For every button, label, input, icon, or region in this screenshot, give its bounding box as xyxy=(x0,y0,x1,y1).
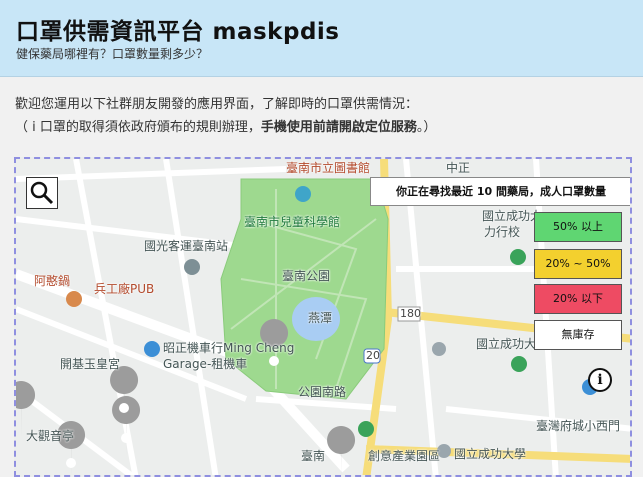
map-label-ncku-mid: 國立成功大 xyxy=(476,337,537,351)
app-header: 口罩供需資訊平台 maskpdis 健保藥局哪裡有？口罩數量剩多少？ xyxy=(0,0,643,77)
map-label-taiwan-house: 臺灣府城小西門 xyxy=(536,419,621,433)
map-label-kuokuang: 國光客運臺南站 xyxy=(144,239,229,253)
legend-no-stock[interactable]: 無庫存 xyxy=(534,320,622,350)
intro-line-2: （ i 口罩的取得須依政府頒布的規則辦理，手機使用前請開啟定位服務。） xyxy=(15,120,437,135)
intro-line-1: 歡迎您運用以下社群朋友開發的應用界面，了解即時的口罩供需情況： xyxy=(15,97,419,112)
map-label-park-south: 公園南路 xyxy=(298,385,347,399)
map-label-guandi: 開基玉皇宮 xyxy=(60,357,121,371)
map-label-park: 臺南公園 xyxy=(282,269,331,283)
map-label-ncku-top: 國立成功大 xyxy=(482,209,543,223)
page-title: 口罩供需資訊平台 maskpdis xyxy=(16,19,340,45)
map-label-mingcheng-2: Garage-租機車 xyxy=(163,357,248,371)
map-label-innovation: 創意產業園區 xyxy=(368,449,441,463)
map-label-dayi: 大觀音亭 xyxy=(26,429,75,443)
map-label-bar: 兵工廠PUB xyxy=(94,282,155,296)
map-label-lake: 燕潭 xyxy=(308,311,333,325)
legend-50-up[interactable]: 50% 以上 xyxy=(534,212,622,242)
search-status-box: 你正在尋找最近 10 間藥局，成人口罩數量 xyxy=(370,177,630,206)
map-label-axi: 阿憨鍋 xyxy=(34,274,71,288)
map-label-route-20: 20 xyxy=(366,349,380,362)
map-label-tainan: 臺南 xyxy=(301,449,326,463)
magnifier-icon xyxy=(30,181,54,205)
map-label-lixing: 力行校 xyxy=(484,225,521,239)
search-button[interactable] xyxy=(26,177,58,209)
info-icon[interactable]: i xyxy=(588,368,612,392)
map-label-route-180: 180 xyxy=(400,307,421,320)
location-notice: 手機使用前請開啟定位服務 xyxy=(260,120,417,135)
map-label-library: 臺南市立圖書館 xyxy=(286,161,371,175)
map-label-mingcheng-1: 昭正機車行Ming Cheng xyxy=(163,341,295,355)
intro-text: 歡迎您運用以下社群朋友開發的應用界面，了解即時的口罩供需情況： （ i 口罩的取… xyxy=(15,93,630,139)
map-label-science-museum: 臺南市兒童科學館 xyxy=(244,215,341,229)
legend-20-below[interactable]: 20% 以下 xyxy=(534,284,622,314)
map-label-ncku-bottom: 國立成功大學 xyxy=(454,447,527,461)
legend-20-50[interactable]: 20% ~ 50% xyxy=(534,249,622,279)
pharmacy-map[interactable]: 臺南市立圖書館 中正 臺南市兒童科學館 國立成功大 力行校 國光客運臺南站 阿憨… xyxy=(14,157,632,477)
page-subtitle: 健保藥局哪裡有？口罩數量剩多少？ xyxy=(16,47,209,61)
map-label-zhongzheng: 中正 xyxy=(446,161,471,175)
